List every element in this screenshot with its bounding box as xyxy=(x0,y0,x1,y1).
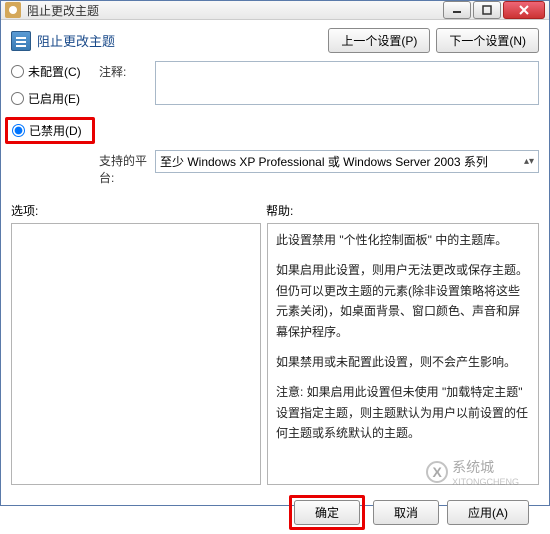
window-icon xyxy=(5,2,21,18)
previous-setting-button[interactable]: 上一个设置(P) xyxy=(328,28,430,53)
chevron-updown-icon: ▴▾ xyxy=(524,156,534,167)
help-paragraph: 如果启用此设置，则用户无法更改或保存主题。但仍可以更改主题的元素(除非设置策略将… xyxy=(276,260,530,342)
help-paragraph: 如果禁用或未配置此设置，则不会产生影响。 xyxy=(276,352,530,372)
policy-icon xyxy=(11,31,31,51)
help-paragraph: 此设置禁用 "个性化控制面板" 中的主题库。 xyxy=(276,230,530,250)
radio-enabled-label: 已启用(E) xyxy=(28,90,80,107)
help-pane: 此设置禁用 "个性化控制面板" 中的主题库。 如果启用此设置，则用户无法更改或保… xyxy=(267,223,539,485)
cancel-button[interactable]: 取消 xyxy=(373,500,439,525)
title-bar: 阻止更改主题 xyxy=(1,1,549,20)
radio-not-configured-label: 未配置(C) xyxy=(28,63,81,80)
page-title: 阻止更改主题 xyxy=(37,31,115,50)
radio-disabled-input[interactable] xyxy=(12,124,25,137)
ok-button[interactable]: 确定 xyxy=(294,500,360,525)
radio-not-configured[interactable]: 未配置(C) xyxy=(11,63,95,80)
radio-not-configured-input[interactable] xyxy=(11,65,24,78)
radio-disabled[interactable]: 已禁用(D) xyxy=(5,117,95,144)
close-button[interactable] xyxy=(503,1,545,19)
radio-disabled-label: 已禁用(D) xyxy=(29,122,82,139)
window-title: 阻止更改主题 xyxy=(27,2,99,19)
platform-field[interactable]: 至少 Windows XP Professional 或 Windows Ser… xyxy=(155,150,539,173)
maximize-button[interactable] xyxy=(473,1,501,19)
platform-label: 支持的平台: xyxy=(99,150,151,186)
radio-enabled[interactable]: 已启用(E) xyxy=(11,90,95,107)
help-label: 帮助: xyxy=(266,202,539,219)
comment-label: 注释: xyxy=(99,61,151,80)
comment-input[interactable] xyxy=(155,61,539,105)
next-setting-button[interactable]: 下一个设置(N) xyxy=(436,28,539,53)
options-label: 选项: xyxy=(11,202,266,219)
help-paragraph: 注意: 如果启用此设置但未使用 "加载特定主题" 设置指定主题，则主题默认为用户… xyxy=(276,382,530,443)
radio-enabled-input[interactable] xyxy=(11,92,24,105)
apply-button[interactable]: 应用(A) xyxy=(447,500,529,525)
minimize-button[interactable] xyxy=(443,1,471,19)
options-pane xyxy=(11,223,261,485)
platform-value: 至少 Windows XP Professional 或 Windows Ser… xyxy=(160,153,488,170)
